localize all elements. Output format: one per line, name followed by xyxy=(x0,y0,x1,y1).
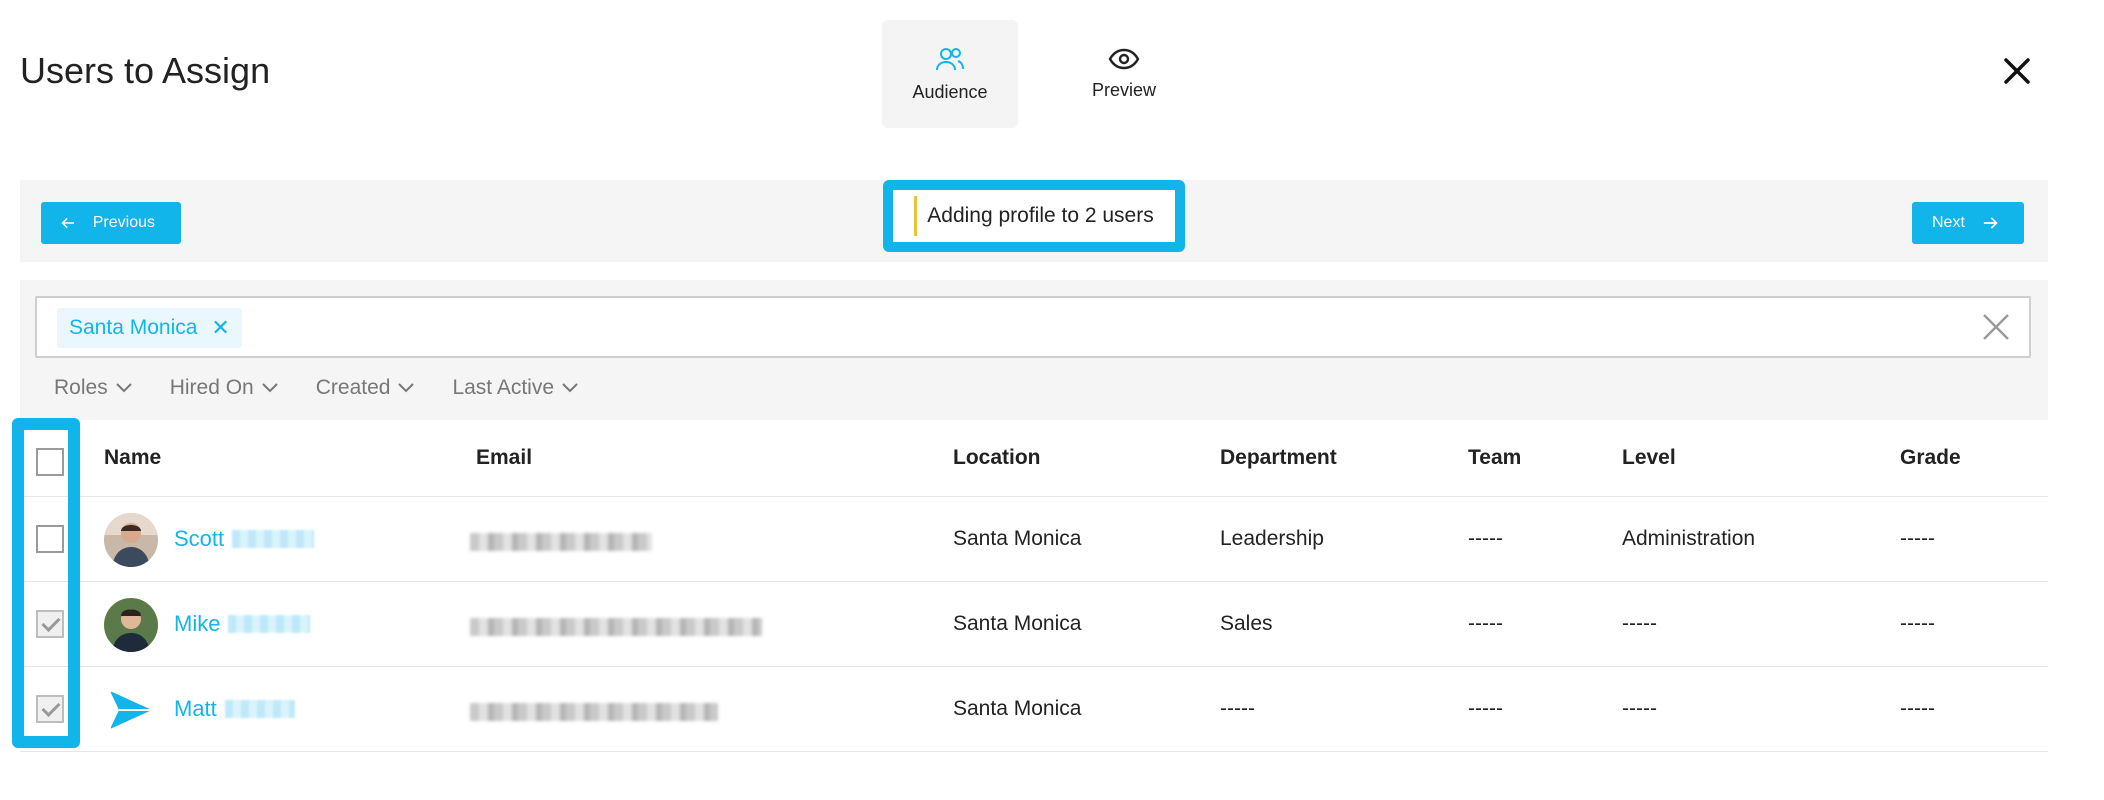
user-name-link[interactable]: Matt xyxy=(174,667,295,751)
grade-cell: ----- xyxy=(1900,612,1935,635)
clear-search-icon[interactable] xyxy=(1981,312,2011,342)
redacted-email xyxy=(470,533,652,551)
team-cell: ----- xyxy=(1468,697,1503,720)
row-checkbox[interactable] xyxy=(36,695,64,723)
column-header-grade[interactable]: Grade xyxy=(1900,420,1961,496)
department-cell: ----- xyxy=(1220,697,1255,720)
tab-audience[interactable]: Audience xyxy=(882,20,1018,128)
previous-button[interactable]: Previous xyxy=(41,202,181,244)
filter-hired-on[interactable]: Hired On xyxy=(170,376,278,400)
redacted-name xyxy=(232,530,315,548)
location-cell: Santa Monica xyxy=(953,612,1082,635)
filter-last-active-label: Last Active xyxy=(452,376,555,399)
eye-icon xyxy=(1108,48,1140,69)
column-header-team[interactable]: Team xyxy=(1468,420,1521,496)
user-first-name: Mike xyxy=(174,611,221,636)
department-cell: Sales xyxy=(1220,612,1273,635)
filter-roles-label: Roles xyxy=(54,376,108,399)
avatar xyxy=(104,598,158,652)
page-title: Users to Assign xyxy=(20,50,271,91)
tab-preview[interactable]: Preview xyxy=(1056,20,1192,128)
avatar xyxy=(104,513,158,567)
filter-last-active[interactable]: Last Active xyxy=(452,376,578,400)
redacted-email xyxy=(470,618,762,636)
team-cell: ----- xyxy=(1468,612,1503,635)
department-cell: Leadership xyxy=(1220,527,1324,550)
filter-dropdowns: Roles Hired On Created Last Active xyxy=(54,376,578,400)
chevron-down-icon xyxy=(398,383,415,393)
grade-cell: ----- xyxy=(1900,697,1935,720)
filter-created-label: Created xyxy=(315,376,391,399)
search-input[interactable]: Santa Monica ✕ xyxy=(35,296,2031,358)
users-table: Name Email Location Department Team Leve… xyxy=(20,420,2048,752)
chevron-down-icon xyxy=(262,383,278,393)
column-header-level[interactable]: Level xyxy=(1622,420,1676,496)
filter-created[interactable]: Created xyxy=(316,376,415,400)
row-checkbox[interactable] xyxy=(36,525,64,553)
tab-preview-label: Preview xyxy=(1091,79,1157,100)
adding-status-highlight: Adding profile to 2 users xyxy=(883,180,1185,252)
next-button-label: Next xyxy=(1932,214,1965,231)
column-header-location[interactable]: Location xyxy=(953,420,1041,496)
close-icon[interactable] xyxy=(1998,52,2036,90)
users-icon xyxy=(936,47,964,70)
adding-status-text: Adding profile to 2 users xyxy=(914,196,1154,236)
user-first-name: Matt xyxy=(174,696,217,721)
location-cell: Santa Monica xyxy=(953,527,1082,550)
team-cell: ----- xyxy=(1468,527,1503,550)
column-header-name[interactable]: Name xyxy=(104,420,161,496)
table-header: Name Email Location Department Team Leve… xyxy=(20,420,2048,497)
chevron-down-icon xyxy=(562,383,578,393)
redacted-name xyxy=(228,615,311,633)
filter-roles[interactable]: Roles xyxy=(54,376,132,400)
table-row[interactable]: Mike Santa Monica Sales ----- ----- ----… xyxy=(20,582,2048,667)
level-cell: Administration xyxy=(1622,527,1756,550)
next-button[interactable]: Next xyxy=(1912,202,2024,244)
user-name-link[interactable]: Mike xyxy=(174,582,311,666)
table-row[interactable]: Scott Santa Monica Leadership ----- Admi… xyxy=(20,497,2048,582)
redacted-name xyxy=(224,700,295,718)
filter-hired-on-label: Hired On xyxy=(169,376,254,399)
chevron-down-icon xyxy=(115,383,132,393)
redacted-email xyxy=(470,703,718,721)
remove-chip-icon[interactable]: ✕ xyxy=(211,315,229,341)
column-header-email[interactable]: Email xyxy=(476,420,532,496)
row-checkbox[interactable] xyxy=(36,610,64,638)
location-cell: Santa Monica xyxy=(953,697,1082,720)
level-cell: ----- xyxy=(1622,697,1657,720)
filter-area: Santa Monica ✕ Roles Hired On Created La… xyxy=(20,280,2048,420)
filter-chip-label: Santa Monica xyxy=(69,316,198,339)
grade-cell: ----- xyxy=(1900,527,1935,550)
select-all-checkbox[interactable] xyxy=(36,448,64,476)
filter-chip: Santa Monica ✕ xyxy=(57,308,242,348)
user-first-name: Scott xyxy=(174,526,225,551)
user-name-link[interactable]: Scott xyxy=(174,497,315,581)
tab-audience-label: Audience xyxy=(912,81,988,102)
arrow-left-icon xyxy=(61,217,74,229)
level-cell: ----- xyxy=(1622,612,1657,635)
view-tabs: Audience Preview xyxy=(882,20,1230,128)
avatar xyxy=(104,683,158,737)
previous-button-label: Previous xyxy=(92,214,155,231)
arrow-right-icon xyxy=(1983,217,1998,229)
column-header-department[interactable]: Department xyxy=(1220,420,1337,496)
table-row[interactable]: Matt Santa Monica ----- ----- ----- ----… xyxy=(20,667,2048,752)
send-arrow-icon xyxy=(110,691,152,729)
